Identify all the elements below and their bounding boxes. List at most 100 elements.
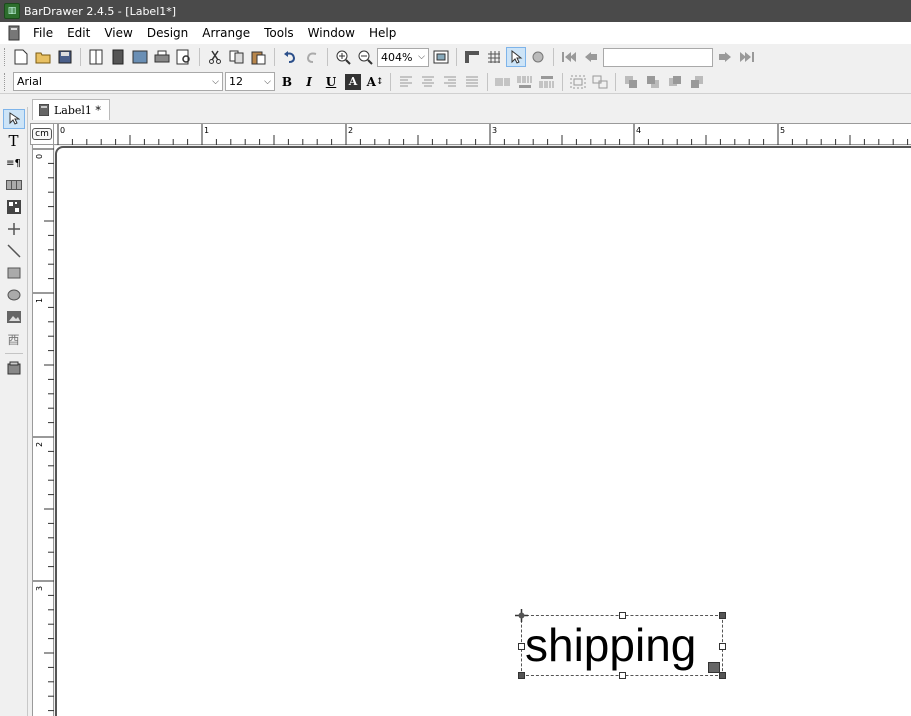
qrcode-tool-icon[interactable]	[3, 197, 25, 217]
barcode-text-below-icon[interactable]	[515, 72, 535, 92]
menu-arrange[interactable]: Arrange	[195, 22, 257, 44]
grid-toggle-icon[interactable]	[484, 47, 504, 67]
align-left-icon[interactable]	[396, 72, 416, 92]
line-tool-icon[interactable]	[3, 241, 25, 261]
fit-page-icon[interactable]	[431, 47, 451, 67]
resize-handle-top[interactable]	[619, 612, 626, 619]
toolbar-separator	[80, 48, 81, 66]
resize-handle-bottom[interactable]	[619, 672, 626, 679]
label-document-icon	[39, 104, 49, 116]
toolbar-separator	[274, 48, 275, 66]
menu-view[interactable]: View	[97, 22, 139, 44]
ruler-unit-label: cm	[32, 128, 52, 140]
print-preview-icon[interactable]	[174, 47, 194, 67]
horizontal-ruler[interactable]: 0 1 2 3 4 5	[54, 123, 911, 145]
crosshair-tool-icon[interactable]	[3, 219, 25, 239]
ruler-toggle-icon[interactable]	[462, 47, 482, 67]
underline-button[interactable]: U	[321, 72, 341, 92]
document-tab-strip: Label1 *	[28, 97, 911, 121]
toolbar-separator	[615, 72, 616, 91]
next-record-icon[interactable]	[715, 47, 735, 67]
font-size-select[interactable]: 12 ⌵	[225, 72, 275, 91]
copy-icon[interactable]	[227, 47, 247, 67]
save-icon[interactable]	[55, 47, 75, 67]
align-center-icon[interactable]	[418, 72, 438, 92]
font-spacing-label: A	[366, 74, 376, 89]
bold-button[interactable]: B	[277, 72, 297, 92]
open-folder-icon[interactable]	[33, 47, 53, 67]
toolbar-separator	[562, 72, 563, 91]
resize-handle-top-right[interactable]	[719, 612, 726, 619]
image-icon[interactable]	[130, 47, 150, 67]
toolbar-separator	[456, 48, 457, 66]
zoom-out-icon[interactable]	[355, 47, 375, 67]
toolbar-separator	[553, 48, 554, 66]
send-to-back-icon[interactable]	[643, 72, 663, 92]
align-justify-icon[interactable]	[462, 72, 482, 92]
select-mode-icon[interactable]	[506, 47, 526, 67]
resize-handle-bottom-right[interactable]	[719, 672, 726, 679]
window-title: BarDrawer 2.4.5 - [Label1*]	[24, 4, 177, 18]
bardrawer-app-icon[interactable]: ▥	[4, 3, 20, 19]
font-family-select[interactable]: Arial ⌵	[13, 72, 223, 91]
rectangle-tool-icon[interactable]	[3, 263, 25, 283]
text-tool-icon[interactable]: T	[3, 131, 25, 151]
document-menu-icon[interactable]	[6, 25, 22, 41]
group-icon[interactable]	[568, 72, 588, 92]
barcode-text-above-icon[interactable]	[537, 72, 557, 92]
app-window: ▥ BarDrawer 2.4.5 - [Label1*] File Edit …	[0, 0, 911, 716]
tab-label1[interactable]: Label1 *	[32, 99, 110, 120]
font-spacing-button[interactable]: A ↕	[365, 72, 385, 92]
vertical-ruler[interactable]: 0 1 2 3	[32, 145, 54, 716]
print-icon[interactable]	[152, 47, 172, 67]
rfid-tool-icon[interactable]: ⾣	[3, 329, 25, 349]
text-object[interactable]: shipping	[515, 609, 726, 679]
italic-button[interactable]: I	[299, 72, 319, 92]
toolbar-separator	[390, 72, 391, 91]
inverse-text-button[interactable]: A	[345, 73, 361, 90]
menu-window[interactable]: Window	[301, 22, 362, 44]
first-record-icon[interactable]	[559, 47, 579, 67]
paragraph-tool-icon[interactable]: ≡¶	[3, 153, 25, 173]
object-properties-icon[interactable]	[3, 358, 25, 378]
menu-help[interactable]: Help	[362, 22, 403, 44]
align-right-icon[interactable]	[440, 72, 460, 92]
ungroup-icon[interactable]	[590, 72, 610, 92]
horizontal-ruler-scale: 0 1 2 3 4 5	[57, 124, 909, 145]
page-setup-icon[interactable]	[86, 47, 106, 67]
cut-icon[interactable]	[205, 47, 225, 67]
redo-icon[interactable]	[302, 47, 322, 67]
pointer-tool-icon[interactable]	[2, 109, 25, 129]
new-file-icon[interactable]	[11, 47, 31, 67]
ellipse-tool-icon[interactable]	[3, 285, 25, 305]
bring-forward-icon[interactable]	[665, 72, 685, 92]
menu-tools[interactable]: Tools	[257, 22, 301, 44]
barcode-tool-icon[interactable]	[3, 175, 25, 195]
toolbar-grip[interactable]	[4, 48, 7, 66]
label-canvas[interactable]: shipping	[55, 146, 911, 716]
picture-tool-icon[interactable]	[3, 307, 25, 327]
anchor-move-icon[interactable]	[515, 609, 528, 622]
previous-record-icon[interactable]	[581, 47, 601, 67]
zoom-select[interactable]: 404% ⌵	[377, 47, 429, 67]
chevron-down-icon: ⌵	[418, 52, 425, 62]
menu-file[interactable]: File	[26, 22, 60, 44]
resize-handle-bottom-left[interactable]	[518, 672, 525, 679]
record-navigator-input[interactable]	[603, 47, 713, 67]
resize-handle-right[interactable]	[719, 643, 726, 650]
database-icon[interactable]	[108, 47, 128, 67]
send-backward-icon[interactable]	[687, 72, 707, 92]
last-record-icon[interactable]	[737, 47, 757, 67]
chevron-down-icon: ⌵	[212, 76, 219, 87]
resize-handle-left[interactable]	[518, 643, 525, 650]
barcode-only-icon[interactable]	[493, 72, 513, 92]
ruler-unit-button[interactable]: cm	[30, 123, 54, 145]
toolbar-grip[interactable]	[4, 72, 7, 91]
zoom-in-icon[interactable]	[333, 47, 353, 67]
menu-edit[interactable]: Edit	[60, 22, 97, 44]
hand-pan-icon[interactable]	[528, 47, 548, 67]
undo-icon[interactable]	[280, 47, 300, 67]
paste-icon[interactable]	[249, 47, 269, 67]
menu-design[interactable]: Design	[140, 22, 195, 44]
bring-to-front-icon[interactable]	[621, 72, 641, 92]
